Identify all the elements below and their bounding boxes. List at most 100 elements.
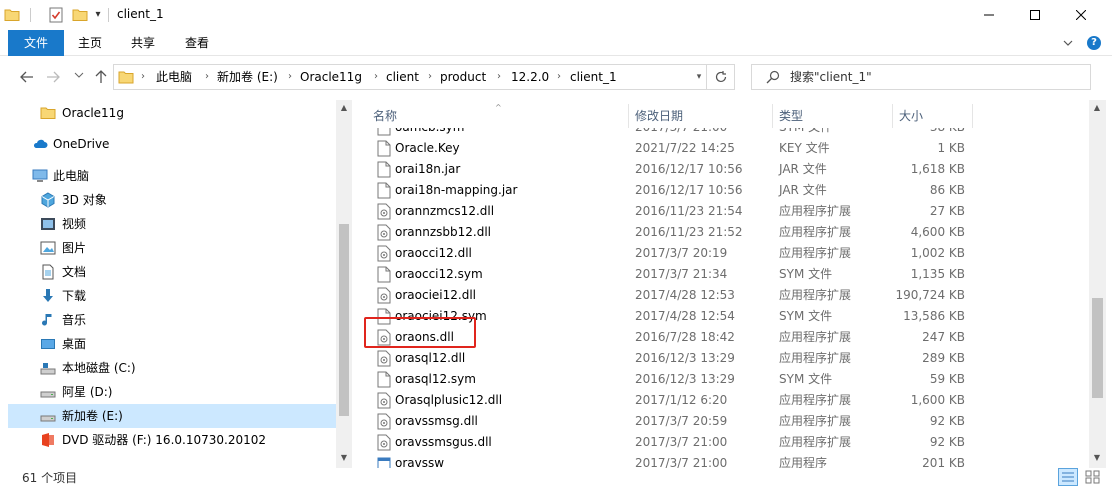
file-row[interactable]: orai18n.jar 2016/12/17 10:56 JAR 文件 1,618 K…	[352, 159, 1092, 180]
tab-file[interactable]: 文件	[8, 30, 64, 56]
file-date: 2017/3/7 21:34	[635, 267, 728, 281]
customize-toolbar-icon[interactable]: ▾	[92, 7, 104, 23]
breadcrumb-oracle11g[interactable]: Oracle11g	[300, 65, 362, 89]
scrollbar-thumb[interactable]	[1092, 298, 1103, 398]
chevron-right-icon[interactable]: ›	[141, 65, 145, 89]
computer-icon	[32, 168, 48, 184]
chevron-right-icon[interactable]: ›	[428, 65, 432, 89]
breadcrumb-this-pc[interactable]: 此电脑	[156, 65, 192, 89]
refresh-button[interactable]	[707, 64, 735, 90]
breadcrumb-product[interactable]: product	[440, 65, 486, 89]
tab-view[interactable]: 查看	[172, 30, 222, 56]
column-divider[interactable]	[628, 104, 629, 128]
file-list-scrollbar[interactable]: ▲ ▼	[1089, 100, 1106, 468]
search-input[interactable]: 搜索"client_1"	[790, 65, 872, 89]
address-bar[interactable]: › 此电脑 › 新加卷 (E:) › Oracle11g › client › …	[113, 64, 707, 90]
up-arrow-icon[interactable]	[92, 69, 110, 87]
close-button[interactable]	[1058, 0, 1104, 30]
sidebar-item-documents[interactable]: 文档	[8, 260, 336, 284]
dll-icon	[377, 224, 391, 241]
sidebar-item-drive-d[interactable]: 阿星 (D:)	[8, 380, 336, 404]
sidebar-item-music[interactable]: 音乐	[8, 308, 336, 332]
tab-home[interactable]: 主页	[67, 30, 113, 56]
file-name: orai18n-mapping.jar	[395, 183, 518, 197]
file-row[interactable]: oravssmsgus.dll 2017/3/7 21:00 应用程序扩展 92 KB	[352, 432, 1092, 453]
file-row[interactable]: orannzmcs12.dll 2016/11/23 21:54 应用程序扩展 27 …	[352, 201, 1092, 222]
breadcrumb-client[interactable]: client	[386, 65, 419, 89]
file-row[interactable]: oravssmsg.dll 2017/3/7 20:59 应用程序扩展 92 KB	[352, 411, 1092, 432]
column-header-name[interactable]: 名称 ^	[373, 103, 628, 128]
chevron-down-icon[interactable]	[70, 69, 88, 87]
sidebar-item-videos[interactable]: 视频	[8, 212, 336, 236]
column-header-date[interactable]: 修改日期	[635, 104, 683, 128]
breadcrumb-version[interactable]: 12.2.0	[511, 65, 549, 89]
sidebar-item-desktop[interactable]: 桌面	[8, 332, 336, 356]
file-type: JAR 文件	[779, 183, 827, 197]
file-row[interactable]: oamcb.sym 2017/3/7 21:00 SYM 文件 38 KB	[352, 128, 1092, 138]
file-name: oravssmsgus.dll	[395, 435, 492, 449]
column-divider[interactable]	[892, 104, 893, 128]
sidebar-item-drive-e[interactable]: 新加卷 (E:)	[8, 404, 336, 428]
sidebar-item-label: 此电脑	[53, 169, 90, 183]
column-header-type[interactable]: 类型	[779, 104, 803, 128]
details-view-button[interactable]	[1058, 468, 1078, 486]
file-size: 289 KB	[922, 351, 965, 365]
scroll-up-icon[interactable]: ▲	[1089, 100, 1105, 116]
chevron-right-icon[interactable]: ›	[288, 65, 292, 89]
file-row[interactable]: oraons.dll 2016/7/28 18:42 应用程序扩展 247 KB	[352, 327, 1092, 348]
sidebar-scrollbar[interactable]: ▲ ▼	[336, 100, 352, 468]
scroll-down-icon[interactable]: ▼	[1089, 450, 1105, 466]
help-icon[interactable]: ?	[1087, 36, 1101, 50]
chevron-down-icon[interactable]: ▾	[692, 64, 706, 90]
back-arrow-icon[interactable]	[18, 69, 36, 87]
column-divider[interactable]	[772, 104, 773, 128]
chevron-right-icon[interactable]: ›	[557, 65, 561, 89]
breadcrumb-client-1[interactable]: client_1	[570, 65, 617, 89]
file-type: 应用程序	[779, 456, 828, 468]
properties-icon[interactable]	[48, 7, 64, 23]
file-row[interactable]: orasql12.sym 2016/12/3 13:29 SYM 文件 59 KB	[352, 369, 1092, 390]
file-row[interactable]: oraocci12.dll 2017/3/7 20:19 应用程序扩展 1,002 K…	[352, 243, 1092, 264]
sidebar-item-pictures[interactable]: 图片	[8, 236, 336, 260]
chevron-right-icon[interactable]: ›	[374, 65, 378, 89]
file-type: KEY 文件	[779, 141, 830, 155]
dll-icon	[377, 245, 391, 262]
chevron-down-icon[interactable]	[1062, 37, 1074, 49]
video-icon	[40, 216, 56, 232]
sidebar-item-3d-objects[interactable]: 3D 对象	[8, 188, 336, 212]
column-divider[interactable]	[972, 104, 973, 128]
folder-icon[interactable]	[4, 7, 20, 23]
breadcrumb-drive-e[interactable]: 新加卷 (E:)	[217, 65, 278, 89]
tab-share[interactable]: 共享	[118, 30, 168, 56]
new-folder-icon[interactable]	[72, 7, 88, 23]
scroll-down-icon[interactable]: ▼	[336, 450, 352, 466]
sidebar-item-onedrive[interactable]: OneDrive	[8, 132, 336, 156]
sidebar-item-drive-c[interactable]: 本地磁盘 (C:)	[8, 356, 336, 380]
chevron-right-icon[interactable]: ›	[497, 65, 501, 89]
file-row[interactable]: oraocci12.sym 2017/3/7 21:34 SYM 文件 1,135 K…	[352, 264, 1092, 285]
scrollbar-thumb[interactable]	[339, 224, 349, 416]
file-row[interactable]: oraociei12.dll 2017/4/28 12:53 应用程序扩展 190,7…	[352, 285, 1092, 306]
file-row[interactable]: orai18n-mapping.jar 2016/12/17 10:56 JAR 文…	[352, 180, 1092, 201]
sidebar-item-label: 视频	[62, 217, 87, 231]
minimize-button[interactable]	[966, 0, 1012, 30]
column-header-size[interactable]: 大小	[899, 104, 923, 128]
chevron-right-icon[interactable]: ›	[205, 65, 209, 89]
sidebar-item-downloads[interactable]: 下载	[8, 284, 336, 308]
file-row[interactable]: Oracle.Key 2021/7/22 14:25 KEY 文件 1 KB	[352, 138, 1092, 159]
file-row[interactable]: Orasqlplusic12.dll 2017/1/12 6:20 应用程序扩展 1,…	[352, 390, 1092, 411]
scroll-up-icon[interactable]: ▲	[336, 100, 352, 116]
file-row[interactable]: orasql12.dll 2016/12/3 13:29 应用程序扩展 289 KB	[352, 348, 1092, 369]
search-box[interactable]: 搜索"client_1"	[751, 64, 1091, 90]
forward-arrow-icon[interactable]	[44, 69, 62, 87]
file-name: Orasqlplusic12.dll	[395, 393, 503, 407]
file-row[interactable]: oraociei12.sym 2017/4/28 12:54 SYM 文件 13,58…	[352, 306, 1092, 327]
file-row[interactable]: orannzsbb12.dll 2016/11/23 21:52 应用程序扩展 4,6…	[352, 222, 1092, 243]
sidebar-item-this-pc[interactable]: 此电脑	[8, 164, 336, 188]
sidebar-item-oracle11g[interactable]: Oracle11g	[8, 101, 336, 125]
sidebar-item-dvd-drive[interactable]: DVD 驱动器 (F:) 16.0.10730.20102	[8, 428, 336, 452]
file-row[interactable]: oravssw 2017/3/7 21:00 应用程序 201 KB	[352, 453, 1092, 468]
large-icons-view-button[interactable]	[1083, 468, 1103, 486]
maximize-button[interactable]	[1012, 0, 1058, 30]
file-type: JAR 文件	[779, 162, 827, 176]
